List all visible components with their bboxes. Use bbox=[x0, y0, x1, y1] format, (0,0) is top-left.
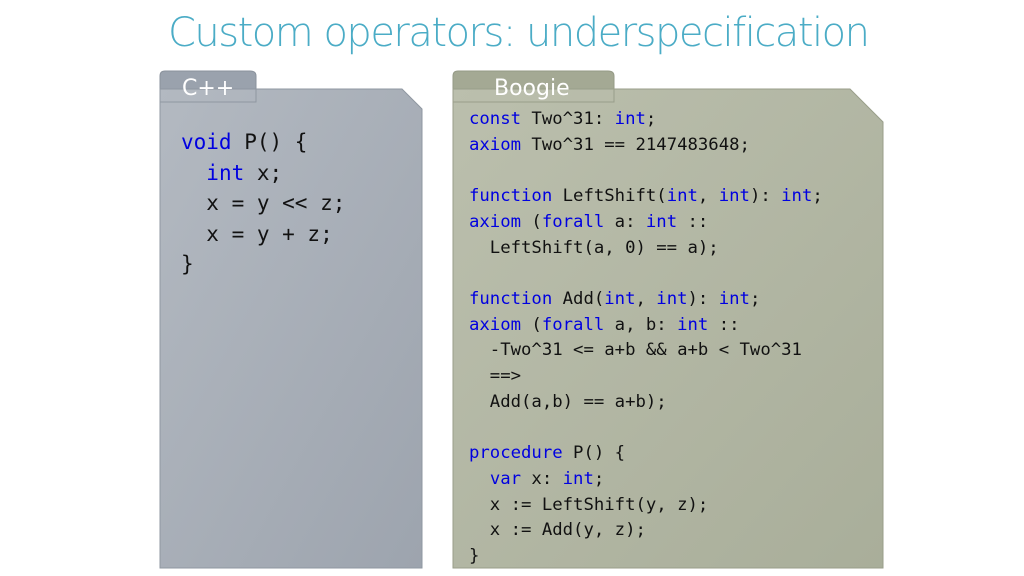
code-line: int x; bbox=[181, 158, 345, 189]
code-text: -Two^31 <= a+b && a+b < Two^31 bbox=[469, 340, 802, 361]
code-line: } bbox=[181, 249, 345, 280]
code-text: x = y + z; bbox=[181, 221, 333, 246]
code-text: Add(a,b) == a+b); bbox=[469, 391, 667, 412]
cpp-tab-label: C++ bbox=[182, 76, 235, 101]
code-text: ): bbox=[749, 186, 782, 207]
code-text: LeftShift( bbox=[552, 186, 667, 207]
boogie-tab-label: Boogie bbox=[494, 76, 570, 101]
code-line: axiom Two^31 == 2147483648; bbox=[469, 133, 823, 159]
code-keyword: axiom bbox=[469, 314, 522, 335]
code-text: P() { bbox=[562, 443, 626, 464]
code-text: :: bbox=[708, 314, 740, 335]
code-line: -Two^31 <= a+b && a+b < Two^31 bbox=[469, 338, 823, 364]
code-text: ; bbox=[645, 109, 657, 129]
code-line: x = y << z; bbox=[181, 188, 345, 219]
code-text: x = y << z; bbox=[181, 191, 346, 215]
code-line: function LeftShift(int, int): int; bbox=[469, 184, 823, 210]
code-text: a, b: bbox=[604, 314, 678, 335]
code-text: ): bbox=[687, 288, 719, 309]
code-line: void P() { bbox=[181, 127, 345, 158]
code-keyword: int bbox=[206, 160, 245, 185]
code-text: ==> bbox=[469, 366, 522, 387]
code-keyword: int bbox=[781, 186, 813, 207]
code-line: const Two^31: int; bbox=[469, 107, 823, 133]
code-keyword: forall bbox=[541, 314, 605, 335]
code-keyword: int bbox=[677, 314, 709, 335]
code-keyword: int bbox=[604, 288, 636, 309]
code-keyword: function bbox=[469, 288, 553, 309]
code-text: x := Add(y, z); bbox=[469, 520, 646, 541]
code-text: ( bbox=[521, 211, 542, 232]
code-keyword: axiom bbox=[469, 211, 522, 232]
code-text: Add( bbox=[552, 288, 605, 309]
code-keyword: int bbox=[656, 288, 688, 309]
code-text: ; bbox=[812, 186, 823, 207]
code-keyword: const bbox=[469, 109, 522, 129]
code-line: var x: int; bbox=[469, 467, 823, 493]
code-text: P() { bbox=[231, 130, 308, 154]
code-text: ; bbox=[593, 468, 605, 489]
code-line: x := Add(y, z); bbox=[469, 518, 823, 544]
code-line: axiom (forall a: int :: bbox=[469, 210, 823, 236]
code-keyword: int bbox=[666, 186, 698, 207]
code-line: LeftShift(a, 0) == a); bbox=[469, 236, 823, 262]
code-keyword: axiom bbox=[469, 134, 522, 155]
code-line: Add(a,b) == a+b); bbox=[469, 390, 823, 416]
code-keyword: forall bbox=[541, 211, 605, 232]
code-text: x; bbox=[244, 160, 283, 185]
code-keyword: var bbox=[489, 468, 522, 489]
code-text: , bbox=[635, 288, 657, 309]
code-keyword: int bbox=[645, 211, 678, 232]
code-text: ( bbox=[521, 314, 542, 335]
code-text: Two^31: bbox=[521, 109, 615, 129]
code-keyword: int bbox=[718, 186, 750, 207]
code-text: a: bbox=[604, 211, 646, 232]
code-line: } bbox=[469, 544, 823, 570]
code-keyword: int bbox=[718, 288, 750, 309]
code-line: axiom (forall a, b: int :: bbox=[469, 313, 823, 339]
code-line: procedure P() { bbox=[469, 441, 823, 467]
code-keyword: procedure bbox=[469, 443, 563, 464]
code-line: x = y + z; bbox=[181, 219, 345, 250]
code-keyword: int bbox=[562, 468, 594, 489]
code-keyword: int bbox=[614, 109, 646, 129]
cpp-code-block: void P() { int x; x = y << z; x = y + z;… bbox=[181, 127, 345, 280]
code-text: } bbox=[181, 252, 194, 276]
code-text: x: bbox=[521, 468, 563, 489]
code-text: x := LeftShift(y, z); bbox=[469, 494, 709, 515]
code-text: :: bbox=[677, 211, 709, 232]
code-text: Two^31 == 2147483648; bbox=[521, 134, 750, 155]
code-line: ==> bbox=[469, 364, 823, 390]
code-line: x := LeftShift(y, z); bbox=[469, 493, 823, 519]
code-keyword: void bbox=[181, 130, 232, 154]
code-text: } bbox=[469, 545, 480, 566]
code-line: function Add(int, int): int; bbox=[469, 287, 823, 313]
code-text: , bbox=[697, 186, 719, 207]
code-text: LeftShift(a, 0) == a); bbox=[469, 237, 719, 258]
code-text: ; bbox=[749, 288, 761, 309]
code-keyword: function bbox=[469, 186, 553, 207]
boogie-code-block: const Two^31: int; axiom Two^31 == 214748… bbox=[469, 107, 823, 570]
